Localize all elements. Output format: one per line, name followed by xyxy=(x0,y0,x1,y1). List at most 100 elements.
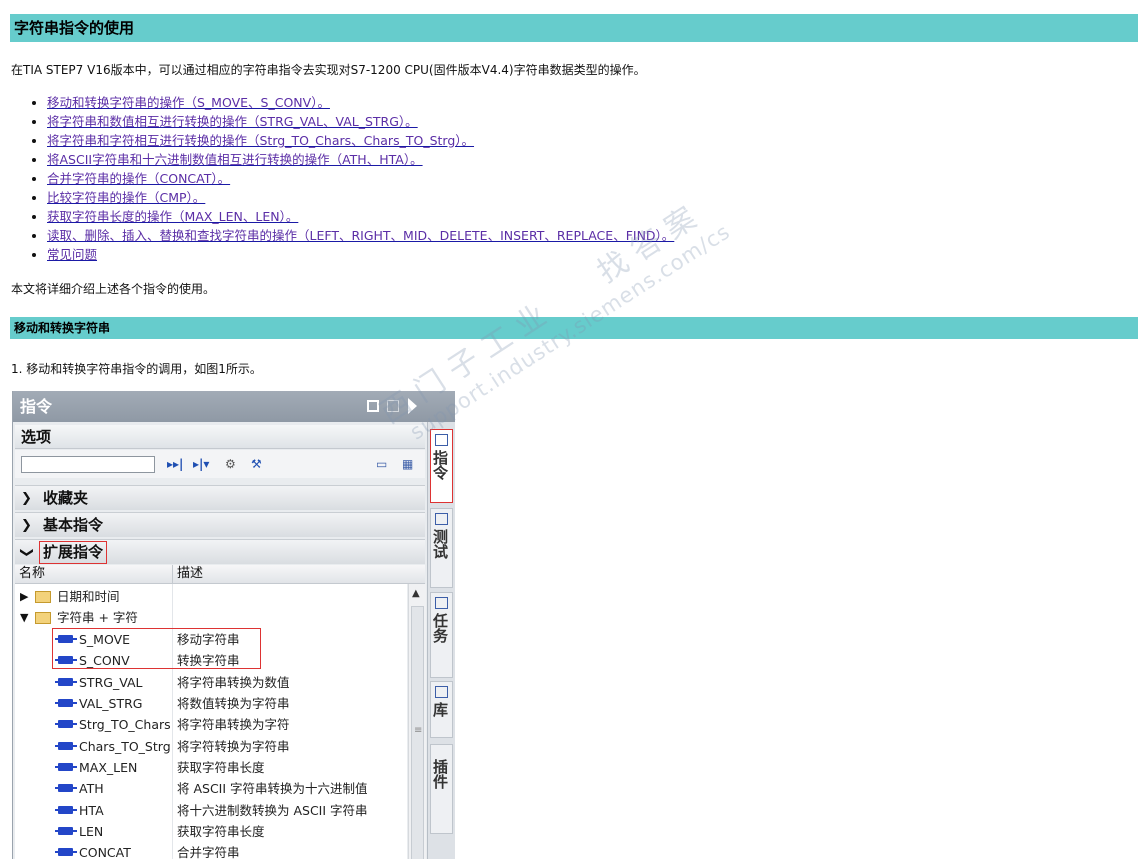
instruction-block-icon xyxy=(55,635,77,643)
instruction-desc: 移动字符串 xyxy=(177,632,240,647)
section-title: 字符串指令的使用 xyxy=(14,19,135,37)
instruction-desc: 将 ASCII 字符串转换为十六进制值 xyxy=(177,781,368,796)
instruction-desc: 获取字符串长度 xyxy=(177,824,265,839)
section-title: 移动和转换字符串 xyxy=(14,321,111,335)
toc-link-concat[interactable]: 合并字符串的操作（CONCAT）。 xyxy=(47,171,230,186)
grip-icon: ≡ xyxy=(414,725,423,736)
instruction-desc: 将字符串转换为数值 xyxy=(177,675,290,690)
instruction-block-icon xyxy=(55,763,77,771)
instruction-desc: 合并字符串 xyxy=(177,845,240,859)
tree-expand-icon[interactable]: ▸▸| xyxy=(167,456,183,472)
instruction-name: VAL_STRG xyxy=(79,696,143,711)
toc-item: 将字符串和数值相互进行转换的操作（STRG_VAL、VAL_STRG）。 xyxy=(47,113,674,132)
intro-paragraph: 在TIA STEP7 V16版本中，可以通过相应的字符串指令去实现对S7-120… xyxy=(11,63,646,77)
scroll-up-icon[interactable]: ▲ xyxy=(412,588,420,599)
settings-icon[interactable]: ⚒ xyxy=(251,456,262,472)
tree-folder-date-time[interactable]: ▶ 日期和时间 xyxy=(15,586,407,607)
toc-link-strg-val[interactable]: 将字符串和数值相互进行转换的操作（STRG_VAL、VAL_STRG）。 xyxy=(47,114,418,129)
tree-row-val-strg[interactable]: VAL_STRG 将数值转换为字符串 xyxy=(15,693,407,714)
collapse-arrow-icon[interactable]: ▼ xyxy=(20,607,28,628)
float-icon[interactable] xyxy=(387,400,399,412)
instruction-name: Strg_TO_Chars xyxy=(79,717,171,732)
tree-row-concat[interactable]: CONCAT 合并字符串 xyxy=(15,842,407,859)
chevron-right-icon: ❯ xyxy=(21,518,32,533)
section-favorites[interactable]: ❯ 收藏夹 xyxy=(15,485,425,510)
tree-row-strg-val[interactable]: STRG_VAL 将字符串转换为数值 xyxy=(15,672,407,693)
toc-item: 合并字符串的操作（CONCAT）。 xyxy=(47,170,674,189)
options-header: 选项 xyxy=(15,425,425,449)
instruction-desc: 获取字符串长度 xyxy=(177,760,265,775)
view-icon[interactable]: ▭ xyxy=(376,456,387,472)
toc-link-len[interactable]: 获取字符串长度的操作（MAX_LEN、LEN）。 xyxy=(47,209,298,224)
table-of-contents: 移动和转换字符串的操作（S_MOVE、S_CONV）。 将字符串和数值相互进行转… xyxy=(0,94,674,265)
scroll-thumb[interactable]: ≡ xyxy=(411,606,424,859)
toc-link-ath-hta[interactable]: 将ASCII字符串和十六进制数值相互进行转换的操作（ATH、HTA）。 xyxy=(47,152,423,167)
restore-icon[interactable] xyxy=(367,400,379,412)
instructions-tab-icon xyxy=(435,434,448,446)
toc-link-cmp[interactable]: 比较字符串的操作（CMP）。 xyxy=(47,190,205,205)
section-label: 基本指令 xyxy=(43,516,104,534)
instruction-desc: 将字符串转换为字符 xyxy=(177,717,290,732)
toc-link-faq[interactable]: 常见问题 xyxy=(47,247,97,262)
section-heading-string-instructions: 字符串指令的使用 xyxy=(10,14,1138,42)
instruction-block-icon xyxy=(55,656,77,664)
instruction-block-icon xyxy=(55,678,77,686)
figure-1-instructions-panel: 指令 选项 ▸▸| ▸|▾ ⚙ ⚒ ▭ ▦ ❯ 收藏夹 ❯ 基本指令 ❯ 扩展指令 名… xyxy=(12,391,455,859)
chevron-down-icon: ❯ xyxy=(18,547,34,558)
options-toolbar: ▸▸| ▸|▾ ⚙ ⚒ ▭ ▦ xyxy=(15,450,425,478)
column-name[interactable]: 名称 xyxy=(19,565,45,583)
section-basic-instructions[interactable]: ❯ 基本指令 xyxy=(15,512,425,537)
tab-label: 测试 xyxy=(431,529,449,559)
tree-folder-string-char[interactable]: ▼ 字符串 + 字符 xyxy=(15,607,407,628)
vertical-scrollbar[interactable]: ▲ ≡ xyxy=(408,584,426,859)
tree-row-len[interactable]: LEN 获取字符串长度 xyxy=(15,821,407,842)
tab-instructions[interactable]: 指令 xyxy=(430,429,453,503)
toc-link-s-move[interactable]: 移动和转换字符串的操作（S_MOVE、S_CONV）。 xyxy=(47,95,330,110)
tab-label: 任务 xyxy=(431,613,449,643)
tree-row-strg-to-chars[interactable]: Strg_TO_Chars 将字符串转换为字符 xyxy=(15,714,407,735)
column-divider[interactable] xyxy=(172,565,173,583)
tab-libraries[interactable]: 库 xyxy=(430,681,453,738)
instruction-name: S_CONV xyxy=(79,653,130,668)
instruction-block-icon xyxy=(55,699,77,707)
tree-row-ath[interactable]: ATH 将 ASCII 字符串转换为十六进制值 xyxy=(15,778,407,799)
tree-row-max-len[interactable]: MAX_LEN 获取字符串长度 xyxy=(15,757,407,778)
folder-label: 日期和时间 xyxy=(57,589,120,604)
tab-plugins[interactable]: 插件 xyxy=(430,744,453,834)
section-extended-instructions[interactable]: ❯ 扩展指令 xyxy=(15,539,425,564)
instruction-name: STRG_VAL xyxy=(79,675,143,690)
tree-row-s-conv[interactable]: S_CONV 转换字符串 xyxy=(15,650,407,671)
instruction-name: HTA xyxy=(79,803,104,818)
tree-row-hta[interactable]: HTA 将十六进制数转换为 ASCII 字符串 xyxy=(15,800,407,821)
instruction-desc: 将数值转换为字符串 xyxy=(177,696,290,711)
toc-item: 将ASCII字符串和十六进制数值相互进行转换的操作（ATH、HTA）。 xyxy=(47,151,674,170)
instruction-block-icon xyxy=(55,720,77,728)
tab-label: 库 xyxy=(431,702,449,717)
collapse-arrow-icon[interactable] xyxy=(408,398,417,414)
tree-row-s-move[interactable]: S_MOVE 移动字符串 xyxy=(15,629,407,650)
tree-row-chars-to-strg[interactable]: Chars_TO_Strg 将字符转换为字符串 xyxy=(15,736,407,757)
folder-label: 字符串 + 字符 xyxy=(57,610,138,625)
expand-arrow-icon[interactable]: ▶ xyxy=(20,586,28,607)
instruction-name: LEN xyxy=(79,824,104,839)
column-description[interactable]: 描述 xyxy=(177,565,203,583)
tab-test[interactable]: 测试 xyxy=(430,508,453,588)
overview-icon[interactable]: ⚙ xyxy=(225,456,236,472)
instruction-desc: 将字符转换为字符串 xyxy=(177,739,290,754)
instruction-name: S_MOVE xyxy=(79,632,131,647)
chevron-right-icon: ❯ xyxy=(21,491,32,506)
toc-link-left-right[interactable]: 读取、删除、插入、替换和查找字符串的操作（LEFT、RIGHT、MID、DELE… xyxy=(47,228,674,243)
instruction-block-icon xyxy=(55,806,77,814)
tab-label: 插件 xyxy=(431,759,449,789)
instruction-block-icon xyxy=(55,742,77,750)
detail-view-icon[interactable]: ▦ xyxy=(402,456,413,472)
search-input[interactable] xyxy=(21,456,155,473)
tab-tasks[interactable]: 任务 xyxy=(430,592,453,678)
tree-collapse-icon[interactable]: ▸|▾ xyxy=(193,456,209,472)
folder-icon xyxy=(35,591,51,603)
summary-paragraph: 本文将详细介绍上述各个指令的使用。 xyxy=(11,282,216,296)
toc-link-strg-to-chars[interactable]: 将字符串和字符相互进行转换的操作（Strg_TO_Chars、Chars_TO_… xyxy=(47,133,474,148)
test-tab-icon xyxy=(435,513,448,525)
section-label: 收藏夹 xyxy=(43,489,89,507)
tab-label: 指令 xyxy=(431,450,449,480)
